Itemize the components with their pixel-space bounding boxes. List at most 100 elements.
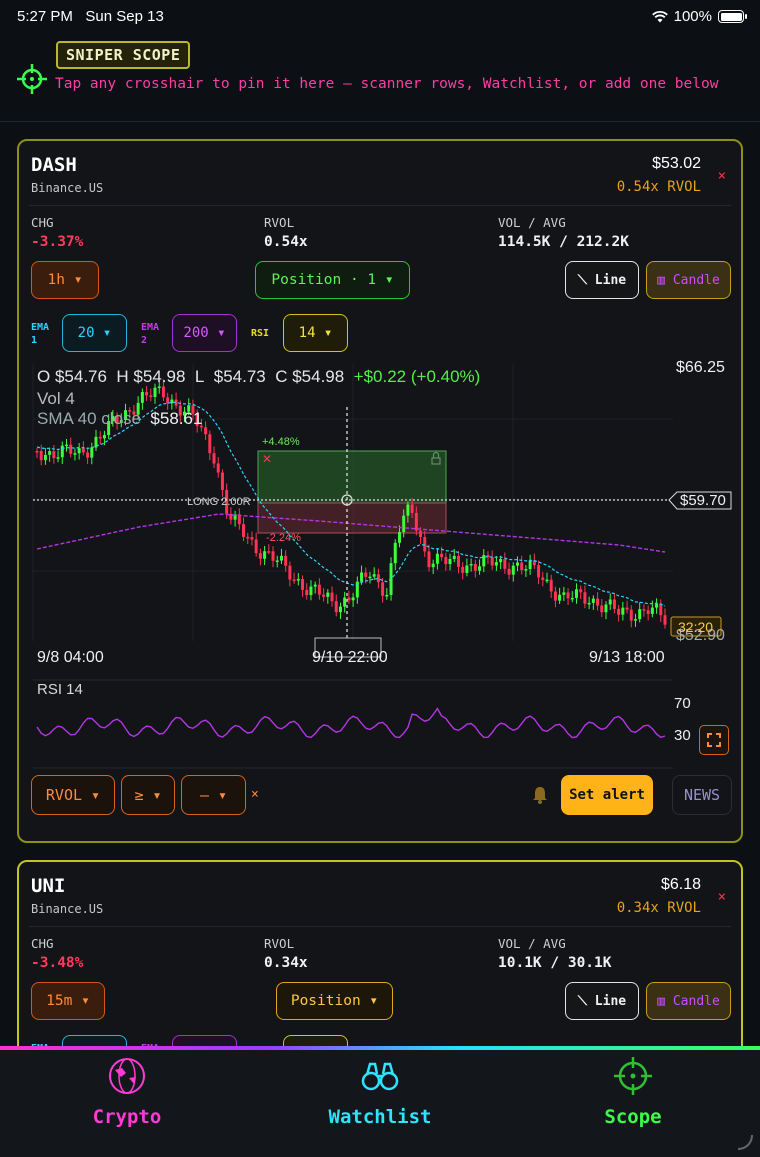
candle-body xyxy=(440,553,444,558)
tab-crypto[interactable]: Crypto xyxy=(27,1056,227,1128)
price-chart[interactable]: ✕ O $54.76 H $54.98 L $54.73 C $54.98 +$… xyxy=(19,359,741,689)
status-bar: 5:27 PM Sun Sep 13 100% xyxy=(0,0,760,34)
candle-body xyxy=(591,598,595,603)
candle-body xyxy=(347,597,351,601)
line-chart-button[interactable]: ⟍ Line xyxy=(565,261,639,299)
rvol-value: 0.34x xyxy=(264,955,308,971)
remove-card-button[interactable]: × xyxy=(718,168,726,184)
candle-body xyxy=(90,447,94,458)
candle-body xyxy=(161,386,165,398)
candle-body xyxy=(149,395,153,397)
scope-header: SNIPER SCOPE Tap any crosshair to pin it… xyxy=(0,34,760,122)
bell-icon[interactable] xyxy=(530,785,550,805)
rsi-panel[interactable]: RSI 14 70 30 xyxy=(19,679,741,771)
candle-body xyxy=(600,605,604,613)
candle-body xyxy=(145,392,149,396)
set-alert-button[interactable]: Set alert xyxy=(561,775,653,815)
filter-clear-button[interactable]: × xyxy=(251,787,259,802)
candle-body xyxy=(56,457,60,459)
candle-body xyxy=(326,592,330,597)
rvol-label: RVOL xyxy=(264,215,295,230)
tab-crypto-label: Crypto xyxy=(92,1106,162,1128)
sma-readout: SMA 40 close $58.61 xyxy=(37,409,203,428)
candle-body xyxy=(301,579,305,590)
ema1-select[interactable]: 20 ▾ xyxy=(62,314,127,352)
hint-text: Tap any crosshair to pin it here — scann… xyxy=(55,76,719,92)
position-select[interactable]: Position · 1 ▾ xyxy=(255,261,410,299)
filter-value-select[interactable]: — ▾ xyxy=(181,775,246,815)
candle-body xyxy=(292,579,296,582)
candle-body xyxy=(220,472,224,490)
ema2-select[interactable]: 200 ▾ xyxy=(172,314,237,352)
line-chart-button[interactable]: ⟍ Line xyxy=(565,982,639,1020)
candle-body xyxy=(625,607,629,610)
vol-label: VOL / AVG xyxy=(498,215,566,230)
resize-grip-icon xyxy=(737,1134,753,1150)
position-label: LONG 2.00R xyxy=(187,496,251,508)
tab-scope-label: Scope xyxy=(604,1106,662,1128)
card-symbol: DASH xyxy=(31,154,77,176)
chg-value: -3.48% xyxy=(31,955,84,971)
x-axis-label-crosshair: 9/10 22:00 xyxy=(312,649,388,666)
candle-body xyxy=(524,569,528,571)
candle-body xyxy=(343,597,347,607)
news-button[interactable]: NEWS xyxy=(672,775,732,815)
candle-body xyxy=(360,572,364,582)
candle-body xyxy=(393,542,397,564)
candle-body xyxy=(216,463,220,473)
candle-body xyxy=(410,504,414,513)
filter-field-select[interactable]: RVOL ▾ xyxy=(31,775,115,815)
candle-body xyxy=(553,591,557,601)
candle-body xyxy=(52,451,56,459)
candle-body xyxy=(140,392,144,403)
candle-body xyxy=(242,524,246,537)
tab-scope[interactable]: Scope xyxy=(533,1056,733,1128)
tab-bar-glow xyxy=(0,1046,760,1050)
candle-body xyxy=(166,397,170,404)
tab-bar: Crypto Watchlist Scope xyxy=(0,1046,760,1157)
candle-body xyxy=(402,515,406,533)
fullscreen-button[interactable] xyxy=(699,725,729,755)
timeframe-select[interactable]: 1h ▾ xyxy=(31,261,99,299)
rvol-value: 0.54x xyxy=(264,234,308,250)
globe-icon xyxy=(109,1058,145,1094)
target-percent: +4.48% xyxy=(262,436,300,448)
position-select[interactable]: Position ▾ xyxy=(276,982,393,1020)
candle-body xyxy=(204,427,208,435)
candle-body xyxy=(258,553,262,559)
ohlc-readout: O $54.76 H $54.98 L $54.73 C $54.98 +$0.… xyxy=(37,367,481,386)
divider xyxy=(29,926,731,927)
candle-body xyxy=(663,615,667,625)
candle-body xyxy=(364,572,368,577)
ema2-label: EMA 2 xyxy=(141,322,160,346)
tab-watchlist[interactable]: Watchlist xyxy=(280,1056,480,1128)
candle-body xyxy=(570,597,574,600)
candle-body xyxy=(153,387,157,397)
fullscreen-icon xyxy=(707,733,721,747)
candle-chart-button[interactable]: ▥ Candle xyxy=(646,261,731,299)
target-zone[interactable] xyxy=(257,450,447,504)
candle-body xyxy=(444,557,448,565)
candle-body xyxy=(617,608,621,615)
rsi-level-30: 30 xyxy=(674,727,691,744)
candle-body xyxy=(73,453,77,455)
target-x-icon[interactable]: ✕ xyxy=(262,452,272,466)
candle-body xyxy=(448,558,452,565)
candle-chart-button[interactable]: ▥ Candle xyxy=(646,982,731,1020)
x-axis-label-start: 9/8 04:00 xyxy=(37,649,104,666)
candle-body xyxy=(381,582,385,596)
candle-body xyxy=(587,602,591,605)
rsi-label: RSI xyxy=(251,328,270,339)
candle-body xyxy=(452,555,456,559)
candle-body xyxy=(473,563,477,571)
candle-body xyxy=(338,606,342,613)
candle-body xyxy=(490,557,494,566)
battery-percent: 100% xyxy=(673,8,712,25)
filter-operator-select[interactable]: ≥ ▾ xyxy=(121,775,175,815)
candle-body xyxy=(545,579,549,582)
candle-body xyxy=(330,592,334,602)
rsi-select[interactable]: 14 ▾ xyxy=(283,314,348,352)
remove-card-button[interactable]: × xyxy=(718,889,726,905)
candle-body xyxy=(414,512,418,531)
timeframe-select[interactable]: 15m ▾ xyxy=(31,982,105,1020)
